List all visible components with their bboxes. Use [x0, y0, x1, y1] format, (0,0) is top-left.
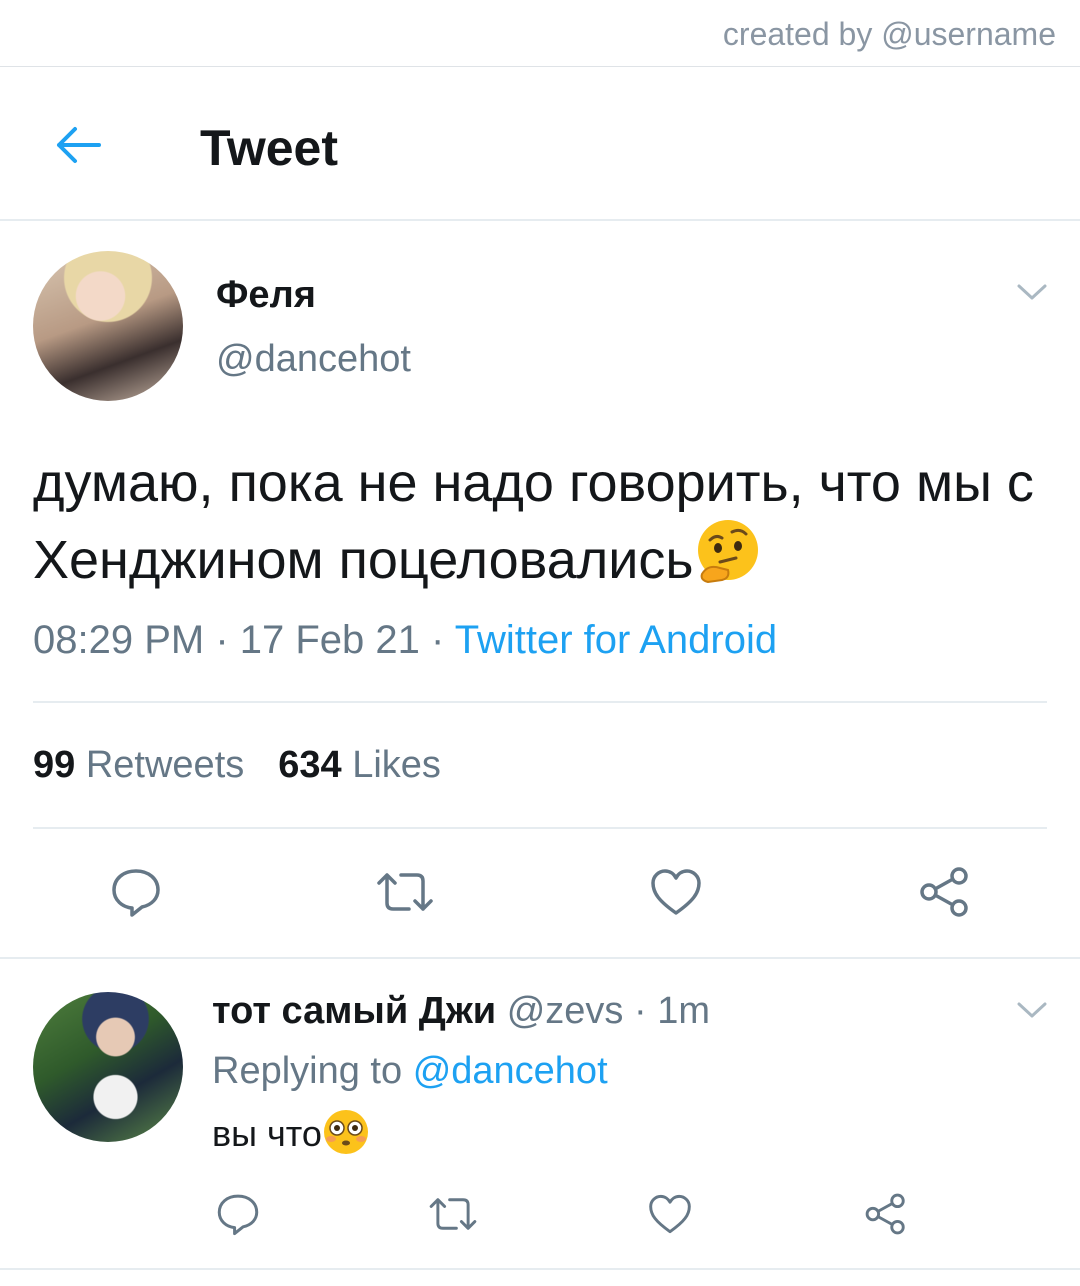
divider [33, 827, 1047, 829]
like-icon [649, 1194, 691, 1234]
chevron-down-icon [1017, 1002, 1047, 1018]
reply-icon [217, 1194, 259, 1236]
tweet-text-content: думаю, пока не надо говорить, что мы с Х… [33, 453, 1034, 590]
meta-separator: · [204, 618, 240, 662]
reply-share-button[interactable] [860, 1188, 912, 1240]
reply-icon [112, 869, 160, 917]
tweet-source-link[interactable]: Twitter for Android [455, 618, 777, 662]
thinking-face-emoji [694, 518, 762, 603]
tweet-options-button[interactable] [1012, 272, 1052, 312]
author-handle[interactable]: @dancehot [216, 338, 411, 381]
reply-like-button[interactable] [644, 1188, 696, 1240]
reply-retweet-button[interactable] [424, 1188, 482, 1240]
retweet-icon [377, 873, 433, 911]
reply-header: тот самый Джи @zevs · 1m [212, 990, 710, 1033]
retweets-count: 99 [33, 744, 76, 786]
share-icon [920, 867, 968, 917]
reply-options-button[interactable] [1012, 990, 1052, 1030]
divider [0, 1268, 1080, 1270]
page-title: Tweet [200, 120, 338, 176]
share-button[interactable] [914, 862, 976, 922]
author-name[interactable]: Феля [216, 274, 316, 317]
reply-author-name[interactable]: тот самый Джи [212, 990, 496, 1032]
reply-time: 1m [657, 990, 710, 1032]
tweet-meta: 08:29 PM · 17 Feb 21 · Twitter for Andro… [33, 618, 777, 663]
reply-text: вы что [212, 1108, 370, 1165]
watermark-bar: created by @username [0, 0, 1080, 67]
chevron-down-icon [1017, 284, 1047, 300]
share-icon [865, 1193, 905, 1235]
reply-reply-button[interactable] [212, 1188, 264, 1240]
likes-label: Likes [352, 744, 441, 786]
author-avatar[interactable] [33, 251, 183, 401]
replying-to: Replying to @dancehot [212, 1050, 608, 1093]
retweet-icon [429, 1198, 477, 1230]
reply-text-content: вы что [212, 1113, 322, 1154]
retweet-button[interactable] [372, 862, 438, 922]
retweets-stat[interactable]: 99 Retweets [33, 744, 244, 786]
flushed-face-emoji [322, 1108, 370, 1165]
like-button[interactable] [646, 862, 706, 922]
back-button[interactable] [48, 117, 108, 173]
divider [33, 701, 1047, 703]
divider [0, 957, 1080, 959]
tweet-stats: 99 Retweets 634 Likes [33, 744, 441, 787]
tweet-time: 08:29 PM [33, 618, 205, 662]
app-header: Tweet [0, 67, 1080, 221]
likes-stat[interactable]: 634 Likes [278, 744, 441, 786]
likes-count: 634 [278, 744, 342, 786]
replying-label: Replying to [212, 1050, 403, 1092]
tweet-text: думаю, пока не надо говорить, что мы с Х… [33, 448, 1053, 603]
watermark-text: created by @username [722, 16, 1056, 52]
arrow-left-icon [57, 127, 101, 163]
reply-author-avatar[interactable] [33, 992, 183, 1142]
tweet-date: 17 Feb 21 [239, 618, 420, 662]
like-icon [651, 869, 701, 915]
reply-button[interactable] [106, 862, 166, 922]
meta-separator: · [623, 990, 658, 1032]
meta-separator: · [419, 618, 455, 662]
replying-mention-link[interactable]: @dancehot [413, 1050, 608, 1092]
reply-author-handle[interactable]: @zevs [507, 990, 624, 1032]
retweets-label: Retweets [85, 744, 245, 786]
